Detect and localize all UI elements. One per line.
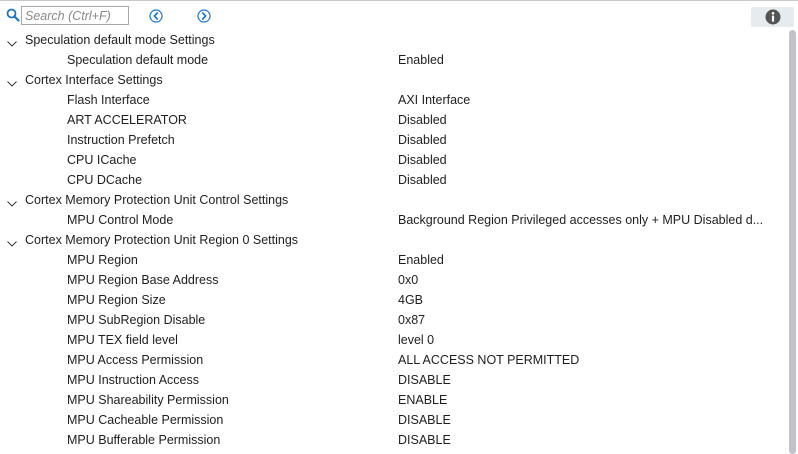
property-name: MPU Region	[67, 253, 138, 267]
property-name: MPU Shareability Permission	[67, 393, 229, 407]
next-match-icon[interactable]	[197, 9, 211, 23]
toolbar	[0, 1, 798, 29]
property-row[interactable]: MPU SubRegion Disable 0x87	[0, 310, 786, 330]
property-name: MPU SubRegion Disable	[67, 313, 206, 327]
property-row[interactable]: CPU DCache Disabled	[0, 170, 786, 190]
property-name: MPU TEX field level	[67, 333, 178, 347]
property-value[interactable]: DISABLE	[398, 430, 782, 450]
property-row[interactable]: Instruction Prefetch Disabled	[0, 130, 786, 150]
property-value[interactable]: 4GB	[398, 290, 782, 310]
property-name: ART ACCELERATOR	[67, 113, 187, 127]
group-label: Cortex Interface Settings	[25, 73, 163, 87]
search-icon[interactable]	[6, 8, 20, 22]
property-value[interactable]: Enabled	[398, 50, 782, 70]
property-name: MPU Region Size	[67, 293, 166, 307]
property-value[interactable]: Background Region Privileged accesses on…	[398, 210, 782, 230]
property-value[interactable]: 0x87	[398, 310, 782, 330]
group-row[interactable]: Cortex Interface Settings	[0, 70, 786, 90]
group-label: Speculation default mode Settings	[25, 33, 215, 47]
property-name: CPU ICache	[67, 153, 137, 167]
property-value[interactable]: DISABLE	[398, 410, 782, 430]
property-name: CPU DCache	[67, 173, 143, 187]
property-name: MPU Control Mode	[67, 213, 174, 227]
property-value[interactable]: Enabled	[398, 250, 782, 270]
property-name: MPU Instruction Access	[67, 373, 199, 387]
property-row[interactable]: Flash Interface AXI Interface	[0, 90, 786, 110]
group-label: Cortex Memory Protection Unit Control Se…	[25, 193, 289, 207]
property-value[interactable]: 0x0	[398, 270, 782, 290]
property-row[interactable]: MPU Cacheable Permission DISABLE	[0, 410, 786, 430]
property-row[interactable]: MPU TEX field level level 0	[0, 330, 786, 350]
property-name: MPU Region Base Address	[67, 273, 219, 287]
property-row[interactable]: MPU Region Enabled	[0, 250, 786, 270]
group-label: Cortex Memory Protection Unit Region 0 S…	[25, 233, 299, 247]
info-button[interactable]	[751, 7, 794, 27]
group-row[interactable]: Speculation default mode Settings	[0, 30, 786, 50]
property-value[interactable]: ALL ACCESS NOT PERMITTED	[398, 350, 782, 370]
property-row[interactable]: MPU Control Mode Background Region Privil…	[0, 210, 786, 230]
chevron-down-icon[interactable]	[6, 75, 18, 87]
property-name: MPU Access Permission	[67, 353, 204, 367]
property-value[interactable]: Disabled	[398, 130, 782, 150]
property-row[interactable]: MPU Shareability Permission ENABLE	[0, 390, 786, 410]
property-name: MPU Cacheable Permission	[67, 413, 224, 427]
group-row[interactable]: Cortex Memory Protection Unit Region 0 S…	[0, 230, 786, 250]
property-value[interactable]: ENABLE	[398, 390, 782, 410]
chevron-down-icon[interactable]	[6, 235, 18, 247]
chevron-down-icon[interactable]	[6, 195, 18, 207]
property-row[interactable]: CPU ICache Disabled	[0, 150, 786, 170]
property-name: Flash Interface	[67, 93, 150, 107]
property-name: Speculation default mode	[67, 53, 209, 67]
scrollbar-thumb[interactable]	[789, 30, 796, 454]
property-value[interactable]: Disabled	[398, 110, 782, 130]
property-name: Instruction Prefetch	[67, 133, 175, 147]
search-input[interactable]	[21, 6, 129, 25]
property-row[interactable]: Speculation default mode Enabled	[0, 50, 786, 70]
configuration-panel: Speculation default mode Settings Specula…	[0, 0, 798, 454]
property-row[interactable]: MPU Region Size 4GB	[0, 290, 786, 310]
property-row[interactable]: MPU Region Base Address 0x0	[0, 270, 786, 290]
property-row[interactable]: MPU Instruction Access DISABLE	[0, 370, 786, 390]
vertical-scrollbar[interactable]	[786, 30, 798, 454]
info-icon	[765, 9, 781, 25]
previous-match-icon[interactable]	[149, 9, 163, 23]
property-value[interactable]: Disabled	[398, 150, 782, 170]
property-row[interactable]: MPU Bufferable Permission DISABLE	[0, 430, 786, 450]
settings-tree: Speculation default mode Settings Specula…	[0, 30, 786, 454]
property-row[interactable]: MPU Access Permission ALL ACCESS NOT PERM…	[0, 350, 786, 370]
property-value[interactable]: Disabled	[398, 170, 782, 190]
property-value[interactable]: AXI Interface	[398, 90, 782, 110]
property-value[interactable]: DISABLE	[398, 370, 782, 390]
chevron-down-icon[interactable]	[6, 35, 18, 47]
property-value[interactable]: level 0	[398, 330, 782, 350]
property-row[interactable]: ART ACCELERATOR Disabled	[0, 110, 786, 130]
group-row[interactable]: Cortex Memory Protection Unit Control Se…	[0, 190, 786, 210]
property-name: MPU Bufferable Permission	[67, 433, 221, 447]
